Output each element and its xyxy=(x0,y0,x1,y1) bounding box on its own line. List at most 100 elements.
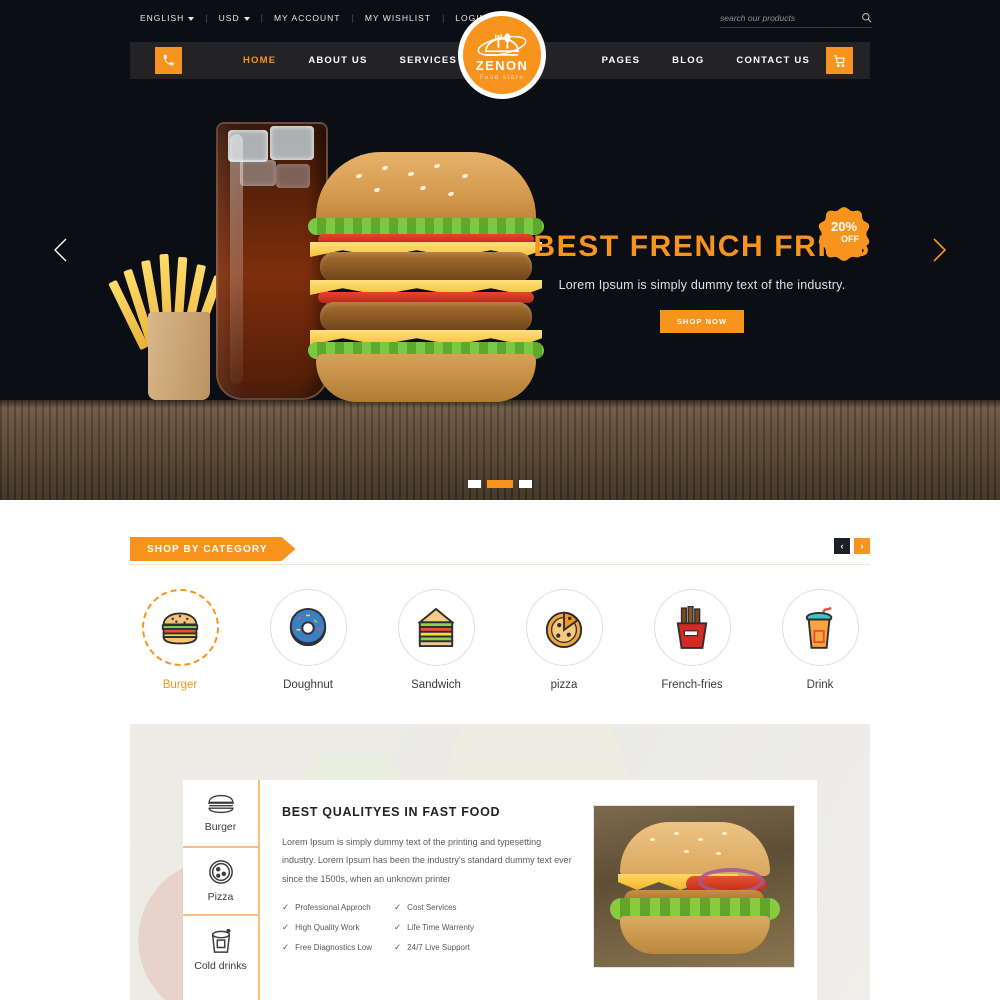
checklist-item: ✓ Cost Services xyxy=(394,902,474,913)
nav-item-about-us[interactable]: ABOUT US xyxy=(292,55,383,66)
feature-title: BEST QUALITYES IN FAST FOOD xyxy=(282,805,501,819)
chevron-right-icon xyxy=(933,238,947,262)
checklist-label: Cost Services xyxy=(407,903,457,913)
category-icon-wrap xyxy=(781,589,859,666)
category-item-french-fries[interactable]: French-fries xyxy=(642,589,742,691)
feature-tab-pizza[interactable]: Pizza xyxy=(183,848,258,916)
checklist-item: ✓ 24/7 Live Support xyxy=(394,942,474,953)
category-icon-wrap xyxy=(397,589,475,666)
checklist-label: High Quality Work xyxy=(295,923,360,933)
feature-card: Burger Pizza Cold drinks BEST QUALITYES … xyxy=(183,780,817,1000)
french-fries-icon xyxy=(676,605,708,649)
nav-item-contact-us[interactable]: CONTACT US xyxy=(720,55,826,66)
feature-checklist: ✓ Professional Approch ✓ High Quality Wo… xyxy=(282,902,575,953)
checklist-item: ✓ Professional Approch xyxy=(282,902,372,913)
discount-badge: 20% OFF xyxy=(816,206,872,262)
feature-tab-cold-drinks[interactable]: Cold drinks xyxy=(183,916,258,984)
category-icon-wrap xyxy=(653,589,731,666)
check-icon: ✓ xyxy=(394,942,402,953)
search-box[interactable] xyxy=(720,12,872,28)
category-item-pizza[interactable]: pizza xyxy=(514,589,614,691)
nav-item-pages[interactable]: PAGES xyxy=(586,55,657,66)
burger-icon xyxy=(161,612,199,644)
my-account-link[interactable]: MY ACCOUNT xyxy=(274,13,341,23)
shopping-cart-icon xyxy=(833,54,845,67)
checklist-item: ✓ Free Diagnostics Low xyxy=(282,942,372,953)
hero-subtitle: Lorem Ipsum is simply dummy text of the … xyxy=(558,278,846,292)
check-icon: ✓ xyxy=(394,902,402,913)
hero-next-button[interactable] xyxy=(924,235,954,265)
discount-percent: 20% xyxy=(830,219,858,234)
category-icon-wrap xyxy=(269,589,347,666)
category-item-burger[interactable]: Burger xyxy=(130,589,230,691)
checklist-item: ✓ Life Time Warrenty xyxy=(394,922,474,933)
hero-prev-button[interactable] xyxy=(46,235,76,265)
nav-item-blog[interactable]: BLOG xyxy=(656,55,720,66)
slider-dot[interactable] xyxy=(519,480,532,488)
currency-selector[interactable]: USD xyxy=(219,13,250,23)
category-icon-wrap xyxy=(525,589,603,666)
pizza-icon xyxy=(545,611,583,648)
feature-text-block: BEST QUALITYES IN FAST FOOD Lorem Ipsum … xyxy=(282,805,575,1000)
category-section: SHOP BY CATEGORY ‹ › Burger Doughnut San… xyxy=(0,500,1000,691)
category-label: Burger xyxy=(162,679,198,691)
search-input[interactable] xyxy=(720,12,861,23)
checklist-column-right: ✓ Cost Services ✓ Life Time Warrenty ✓ 2… xyxy=(394,902,474,953)
hero-section: ENGLISH | USD | MY ACCOUNT | MY WISHLIST… xyxy=(0,0,1000,500)
feature-tab-label: Burger xyxy=(204,821,237,833)
shop-now-button[interactable]: SHOP NOW xyxy=(659,310,745,333)
site-logo[interactable]: ZENON Food store xyxy=(458,11,546,99)
category-label: Drink xyxy=(806,679,834,691)
checklist-label: Professional Approch xyxy=(295,903,371,913)
discount-off-label: OFF xyxy=(841,234,859,244)
chevron-left-icon xyxy=(54,238,67,262)
drink-icon xyxy=(805,606,833,649)
my-wishlist-link[interactable]: MY WISHLIST xyxy=(365,13,431,23)
feature-paragraph: Lorem Ipsum is simply dummy text of the … xyxy=(282,837,572,884)
pizza-outline-icon xyxy=(208,860,233,884)
category-prev-button[interactable]: ‹ xyxy=(834,538,850,554)
logo-tagline: Food store xyxy=(479,75,525,81)
shop-by-category-title: SHOP BY CATEGORY xyxy=(130,537,296,561)
separator: | xyxy=(260,13,263,23)
page-root: ENGLISH | USD | MY ACCOUNT | MY WISHLIST… xyxy=(0,0,1000,1000)
category-label: Sandwich xyxy=(411,679,461,691)
category-item-sandwich[interactable]: Sandwich xyxy=(386,589,486,691)
feature-burger-photo xyxy=(593,805,795,968)
category-icon-wrap xyxy=(141,589,219,666)
check-icon: ✓ xyxy=(282,902,290,913)
chevron-down-icon xyxy=(188,16,195,21)
cart-button[interactable] xyxy=(826,47,853,74)
category-label: French-fries xyxy=(661,679,723,691)
category-header: SHOP BY CATEGORY ‹ › xyxy=(130,537,870,565)
category-next-button[interactable]: › xyxy=(854,538,870,554)
separator: | xyxy=(205,13,208,23)
separator: | xyxy=(441,13,445,23)
category-label: pizza xyxy=(550,679,578,691)
cola-glass-image xyxy=(216,122,328,400)
feature-tab-label: Pizza xyxy=(207,891,234,903)
language-label: ENGLISH xyxy=(140,13,185,23)
language-selector[interactable]: ENGLISH xyxy=(140,13,195,23)
separator: | xyxy=(351,13,354,23)
category-label: Doughnut xyxy=(283,679,333,691)
feature-tab-burger[interactable]: Burger xyxy=(183,780,258,848)
checklist-label: 24/7 Live Support xyxy=(407,943,470,953)
cloche-spoon-fork-icon xyxy=(477,33,527,56)
checklist-item: ✓ High Quality Work xyxy=(282,922,372,933)
check-icon: ✓ xyxy=(282,942,290,953)
search-icon[interactable] xyxy=(861,12,872,23)
cold-drink-outline-icon xyxy=(211,928,230,953)
category-item-drink[interactable]: Drink xyxy=(770,589,870,691)
check-icon: ✓ xyxy=(394,922,402,933)
slider-dot-active[interactable] xyxy=(487,480,513,488)
chevron-down-icon xyxy=(243,16,250,21)
divider xyxy=(130,564,870,565)
slider-dot[interactable] xyxy=(468,480,481,488)
phone-button[interactable] xyxy=(155,47,182,74)
nav-item-home[interactable]: HOME xyxy=(227,55,292,66)
feature-content: BEST QUALITYES IN FAST FOOD Lorem Ipsum … xyxy=(260,780,817,1000)
category-item-doughnut[interactable]: Doughnut xyxy=(258,589,358,691)
feature-tab-label: Cold drinks xyxy=(194,960,247,972)
category-list: Burger Doughnut Sandwich pizza French-fr… xyxy=(130,589,870,691)
